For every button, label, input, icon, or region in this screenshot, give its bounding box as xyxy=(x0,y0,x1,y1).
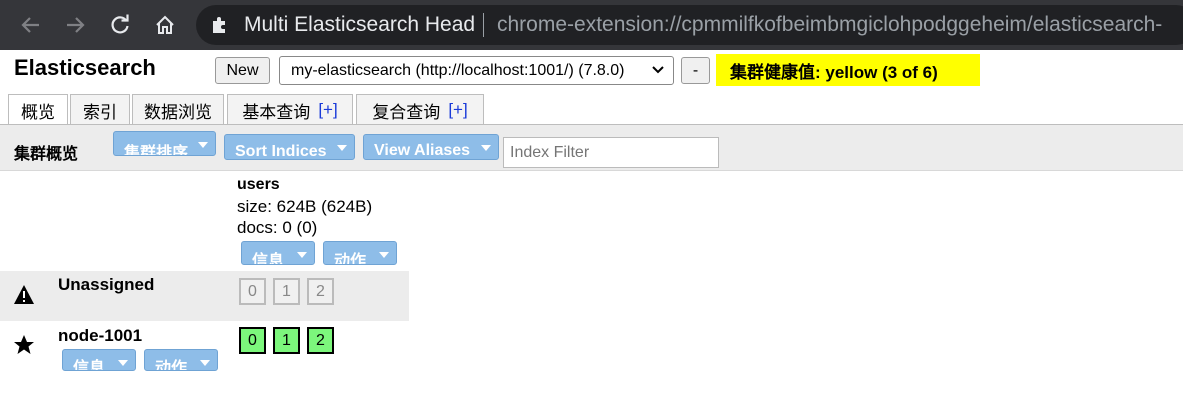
sort-indices-label: Sort Indices xyxy=(235,143,327,160)
address-bar[interactable]: Multi Elasticsearch Head chrome-extensio… xyxy=(196,5,1183,45)
unassigned-shard[interactable]: 1 xyxy=(273,278,300,305)
arrow-left-icon xyxy=(21,17,39,33)
caret-down-icon xyxy=(297,252,307,258)
home-button[interactable] xyxy=(150,10,180,40)
node-shard[interactable]: 2 xyxy=(307,327,334,354)
cluster-health-badge: 集群健康值: yellow (3 of 6) xyxy=(716,54,980,86)
caret-down-icon xyxy=(337,145,347,151)
toolbar-title: 集群概览 xyxy=(14,146,79,163)
caret-down-icon xyxy=(379,252,389,258)
tab-compound-query[interactable]: 复合查询 [+] xyxy=(356,94,484,125)
warning-icon xyxy=(14,285,34,304)
cluster-select[interactable]: my-elasticsearch (http://localhost:1001/… xyxy=(279,56,674,85)
view-aliases-button[interactable]: View Aliases xyxy=(363,134,499,160)
forward-button[interactable] xyxy=(60,10,90,40)
app-title: Elasticsearch xyxy=(14,55,156,80)
cluster-select-value: my-elasticsearch (http://localhost:1001/… xyxy=(291,61,625,79)
browser-toolbar: Multi Elasticsearch Head chrome-extensio… xyxy=(0,0,1183,50)
caret-down-icon xyxy=(200,360,210,366)
view-aliases-label: View Aliases xyxy=(374,142,471,159)
node-info-button[interactable]: 信息 xyxy=(62,349,136,371)
puzzle-extension-icon xyxy=(213,17,225,33)
tab-label: 概览 xyxy=(21,103,55,122)
tab-overview[interactable]: 概览 xyxy=(8,94,68,126)
chevron-down-icon xyxy=(652,66,664,74)
index-action-button[interactable]: 动作 xyxy=(323,241,397,265)
reload-button[interactable] xyxy=(105,10,135,40)
tab-basic-query[interactable]: 基本查询 [+] xyxy=(227,94,353,125)
index-filter-input[interactable] xyxy=(503,137,719,168)
index-action-label: 动作 xyxy=(334,253,367,265)
page-title: Multi Elasticsearch Head xyxy=(244,13,476,36)
tab-add-link[interactable]: [+] xyxy=(448,100,467,120)
arrow-right-icon xyxy=(67,17,85,33)
sort-cluster-button[interactable]: 集群排序 xyxy=(113,131,216,156)
unassigned-label: Unassigned xyxy=(58,275,155,294)
node-shard[interactable]: 1 xyxy=(273,327,300,354)
node-info-label: 信息 xyxy=(73,360,106,371)
index-size: size: 624B (624B) xyxy=(237,197,373,216)
remove-connection-button[interactable]: - xyxy=(681,57,710,84)
tab-browser[interactable]: 数据浏览 xyxy=(132,94,224,125)
tab-indices[interactable]: 索引 xyxy=(70,94,130,125)
address-separator xyxy=(483,13,484,37)
unassigned-shard[interactable]: 0 xyxy=(239,278,266,305)
star-icon xyxy=(14,335,34,354)
caret-down-icon xyxy=(118,360,128,366)
node-action-label: 动作 xyxy=(155,360,188,371)
index-docs: docs: 0 (0) xyxy=(237,218,318,237)
tab-label: 基本查询 xyxy=(242,102,311,122)
node-shard[interactable]: 0 xyxy=(239,327,266,354)
caret-down-icon xyxy=(198,142,208,148)
sort-indices-button[interactable]: Sort Indices xyxy=(224,134,355,160)
sort-cluster-label: 集群排序 xyxy=(124,144,189,156)
tab-add-link[interactable]: [+] xyxy=(318,100,337,120)
new-connection-button[interactable]: New xyxy=(215,57,270,84)
unassigned-shard[interactable]: 2 xyxy=(307,278,334,305)
caret-down-icon xyxy=(481,145,491,151)
tab-label: 复合查询 xyxy=(372,102,441,122)
index-info-button[interactable]: 信息 xyxy=(241,241,315,265)
node-action-button[interactable]: 动作 xyxy=(144,349,218,371)
tab-label: 索引 xyxy=(83,102,117,122)
node-name: node-1001 xyxy=(58,326,143,345)
reload-icon xyxy=(111,14,129,34)
back-button[interactable] xyxy=(16,10,46,40)
home-icon xyxy=(156,15,174,34)
index-name: users xyxy=(237,176,280,193)
index-info-label: 信息 xyxy=(252,253,285,265)
tab-label: 数据浏览 xyxy=(144,102,212,122)
url-text: chrome-extension://cpmmilfkofbeimbmgiclo… xyxy=(497,13,1163,36)
